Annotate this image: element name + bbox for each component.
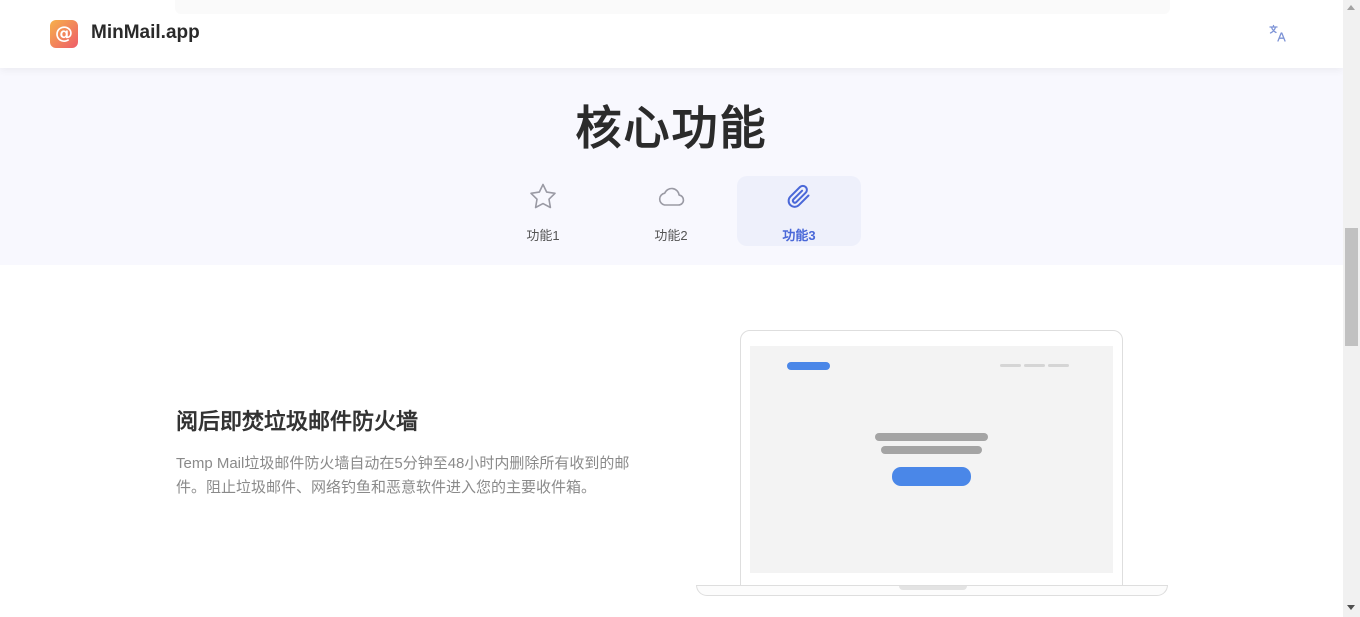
- scroll-up-arrow-icon[interactable]: [1347, 5, 1355, 10]
- laptop-notch: [899, 586, 967, 590]
- mock-button: [892, 467, 971, 486]
- cloud-icon: [656, 182, 686, 212]
- vertical-scrollbar[interactable]: [1343, 0, 1360, 617]
- page: @ MinMail.app 核心功能 功能1 功能2 功能3 阅后即焚垃圾邮件防…: [0, 0, 1343, 617]
- tab-feature-2[interactable]: 功能2: [609, 176, 733, 246]
- star-icon: [528, 182, 558, 212]
- mock-nav-line: [1000, 364, 1021, 367]
- feature-heading: 阅后即焚垃圾邮件防火墙: [176, 409, 419, 434]
- logo-glyph: @: [55, 23, 73, 44]
- tab-feature-1-label: 功能1: [526, 228, 560, 243]
- core-features-section: 核心功能 功能1 功能2 功能3: [0, 68, 1343, 265]
- tab-feature-3-label: 功能3: [782, 228, 816, 243]
- mock-text-line: [875, 433, 988, 441]
- tab-feature-2-label: 功能2: [654, 228, 688, 243]
- mock-nav-line: [1024, 364, 1045, 367]
- mock-nav-line: [1048, 364, 1069, 367]
- translate-icon[interactable]: [1266, 22, 1290, 46]
- laptop-screen: [750, 346, 1113, 573]
- mock-text-line: [881, 446, 982, 454]
- mock-logo-bar: [787, 362, 830, 370]
- feature-description: Temp Mail垃圾邮件防火墙自动在5分钟至48小时内删除所有收到的邮件。阻止…: [176, 455, 630, 496]
- section-title: 核心功能: [575, 102, 768, 154]
- laptop-illustration: [740, 330, 1123, 588]
- scrollbar-thumb[interactable]: [1345, 228, 1358, 346]
- header-shadow-strip: [175, 0, 1170, 14]
- tab-feature-1[interactable]: 功能1: [481, 176, 605, 246]
- brand-name[interactable]: MinMail.app: [91, 22, 200, 44]
- tab-feature-3[interactable]: 功能3: [737, 176, 861, 246]
- scroll-down-arrow-icon[interactable]: [1347, 605, 1355, 610]
- logo-icon[interactable]: @: [50, 20, 78, 48]
- laptop-base: [696, 585, 1168, 596]
- paperclip-icon: [784, 182, 814, 212]
- top-navigation: @ MinMail.app: [0, 0, 1343, 68]
